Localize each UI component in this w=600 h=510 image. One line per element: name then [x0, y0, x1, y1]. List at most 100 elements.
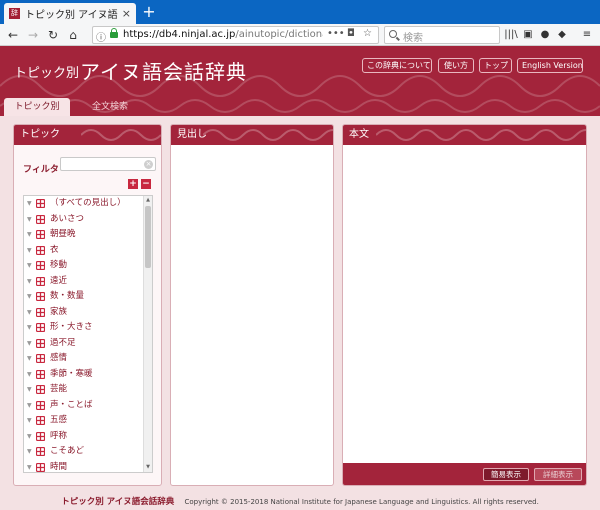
expand-arrow-icon[interactable]: ▼ [27, 196, 36, 212]
search-placeholder: 検索 [403, 33, 423, 44]
ainu-mark-icon [36, 199, 45, 209]
ainu-mark-icon [36, 261, 45, 271]
topic-item-label: 衣 [50, 244, 59, 255]
ainu-mark-icon [36, 385, 45, 395]
bookmark-star-icon[interactable]: ☆ [363, 28, 372, 39]
scroll-down-icon[interactable]: ▼ [144, 463, 152, 472]
close-tab-icon[interactable]: × [122, 7, 131, 20]
topic-item[interactable]: ▼ 過不足 [24, 336, 152, 352]
browser-tab-title: トピック別 アイヌ語会話辞典 [25, 10, 118, 21]
scroll-up-icon[interactable]: ▲ [144, 196, 152, 205]
topic-item[interactable]: ▼ 呼称 [24, 429, 152, 445]
body-panel-header: 本文 [343, 125, 586, 145]
site-title: アイヌ語会話辞典 [80, 60, 247, 84]
expand-arrow-icon[interactable]: ▼ [27, 413, 36, 429]
topic-item[interactable]: ▼ 衣 [24, 243, 152, 259]
info-icon[interactable]: ⓘ [96, 29, 106, 44]
expand-arrow-icon[interactable]: ▼ [27, 274, 36, 290]
new-tab-button[interactable]: + [140, 2, 158, 22]
topic-item-label: 五感 [50, 415, 68, 425]
home-icon[interactable]: ⌂ [64, 26, 82, 44]
expand-arrow-icon[interactable]: ▼ [27, 336, 36, 352]
topic-item[interactable]: ▼ こそあど [24, 444, 152, 460]
expand-arrow-icon[interactable]: ▼ [27, 227, 36, 243]
topic-item[interactable]: ▼ 家族 [24, 305, 152, 321]
expand-arrow-icon[interactable]: ▼ [27, 351, 36, 367]
topic-item[interactable]: ▼ 遠近 [24, 274, 152, 290]
extension-icon[interactable]: ● [538, 27, 552, 43]
topic-item[interactable]: ▼ 五感 [24, 413, 152, 429]
menu-icon[interactable]: ≡ [580, 27, 594, 43]
expand-arrow-icon[interactable]: ▼ [27, 429, 36, 445]
topic-item[interactable]: ▼ 季節・寒暖 [24, 367, 152, 383]
body-panel-title: 本文 [349, 129, 369, 140]
topic-item[interactable]: ▼ 朝昼晩 [24, 227, 152, 243]
body-panel-footer: 簡易表示 詳細表示 [343, 463, 586, 485]
address-bar[interactable]: ⓘ https://db4.ninjal.ac.jp/ainutopic/dic… [92, 26, 379, 44]
collapse-all-button[interactable]: − [141, 179, 151, 189]
topic-item-label: （すべての見出し） [50, 198, 126, 208]
detail-view-button[interactable]: 詳細表示 [534, 468, 582, 481]
tab-topic[interactable]: トピック別 [4, 98, 70, 116]
topic-item[interactable]: ▼ 数・数量 [24, 289, 152, 305]
library-icon[interactable]: |||\ [504, 27, 518, 43]
expand-arrow-icon[interactable]: ▼ [27, 258, 36, 274]
reload-icon[interactable]: ↻ [44, 26, 62, 44]
topic-item[interactable]: ▼ 声・ことば [24, 398, 152, 414]
addon-icon[interactable]: ◆ [555, 27, 569, 43]
page-actions-icon[interactable]: ••• [327, 28, 345, 39]
simple-view-button[interactable]: 簡易表示 [483, 468, 529, 481]
scroll-thumb[interactable] [145, 206, 151, 268]
ainu-mark-icon [36, 369, 45, 379]
expand-arrow-icon[interactable]: ▼ [27, 460, 36, 473]
tab-fulltext-search[interactable]: 全文検索 [76, 98, 144, 116]
expand-arrow-icon[interactable]: ▼ [27, 212, 36, 228]
topic-tree[interactable]: ▼ （すべての見出し） ▼ あいさつ ▼ 朝昼晩 ▼ 衣 ▼ 移動 ▼ 遠近 ▼ 数・数量 ▼ 家族 ▼ 形・大き… [23, 195, 153, 473]
headword-panel-title: 見出し [177, 129, 207, 140]
pocket-icon[interactable]: ◘ [347, 28, 355, 39]
expand-arrow-icon[interactable]: ▼ [27, 444, 36, 460]
topic-item[interactable]: ▼ 形・大きさ [24, 320, 152, 336]
topic-item[interactable]: ▼ 芸能 [24, 382, 152, 398]
ainu-mark-icon [36, 292, 45, 302]
ainu-mark-icon [36, 462, 45, 472]
english-version-button[interactable]: English Version [517, 58, 583, 73]
topic-item[interactable]: ▼ 時間 [24, 460, 152, 473]
ainu-mark-icon [36, 416, 45, 426]
back-icon[interactable]: ← [4, 26, 22, 44]
topic-item-label: 声・ことば [50, 399, 93, 410]
headword-panel: 見出し [170, 124, 334, 486]
expand-arrow-icon[interactable]: ▼ [27, 243, 36, 259]
expand-arrow-icon[interactable]: ▼ [27, 382, 36, 398]
expand-arrow-icon[interactable]: ▼ [27, 398, 36, 414]
topic-items: ▼ （すべての見出し） ▼ あいさつ ▼ 朝昼晩 ▼ 衣 ▼ 移動 ▼ 遠近 ▼ 数・数量 ▼ 家族 ▼ 形・大き… [24, 196, 152, 473]
topic-item[interactable]: ▼ 移動 [24, 258, 152, 274]
top-button[interactable]: トップ [479, 58, 512, 73]
expand-arrow-icon[interactable]: ▼ [27, 367, 36, 383]
expand-arrow-icon[interactable]: ▼ [27, 289, 36, 305]
ainu-mark-icon [36, 230, 45, 240]
filter-input[interactable]: × [60, 157, 156, 171]
ainu-mark-icon [36, 354, 45, 364]
topic-item[interactable]: ▼ あいさつ [24, 212, 152, 228]
topic-item[interactable]: ▼ （すべての見出し） [24, 196, 152, 212]
about-button[interactable]: この辞典について [362, 58, 432, 73]
header-pattern-decoration [81, 129, 161, 141]
topic-item-label: 朝昼晩 [50, 229, 76, 239]
expand-arrow-icon[interactable]: ▼ [27, 320, 36, 336]
expand-all-button[interactable]: + [128, 179, 138, 189]
forward-icon[interactable]: → [24, 26, 42, 44]
ainu-mark-icon [36, 447, 45, 457]
url-text[interactable]: https://db4.ninjal.ac.jp/ainutopic/dicti… [123, 29, 323, 40]
browser-tab[interactable]: 辞 トピック別 アイヌ語会話辞典 × [4, 3, 136, 24]
filter-label: フィルタ [23, 165, 59, 175]
topic-scrollbar[interactable]: ▲ ▼ [143, 196, 152, 472]
topic-panel-header: トピック [14, 125, 161, 145]
expand-arrow-icon[interactable]: ▼ [27, 305, 36, 321]
sidebar-icon[interactable]: ▣ [521, 27, 535, 43]
topic-item-label: 感情 [50, 353, 68, 363]
howto-button[interactable]: 使い方 [438, 58, 474, 73]
browser-search-input[interactable]: 検索 [384, 26, 500, 44]
topic-item[interactable]: ▼ 感情 [24, 351, 152, 367]
clear-filter-icon[interactable]: × [144, 160, 153, 169]
